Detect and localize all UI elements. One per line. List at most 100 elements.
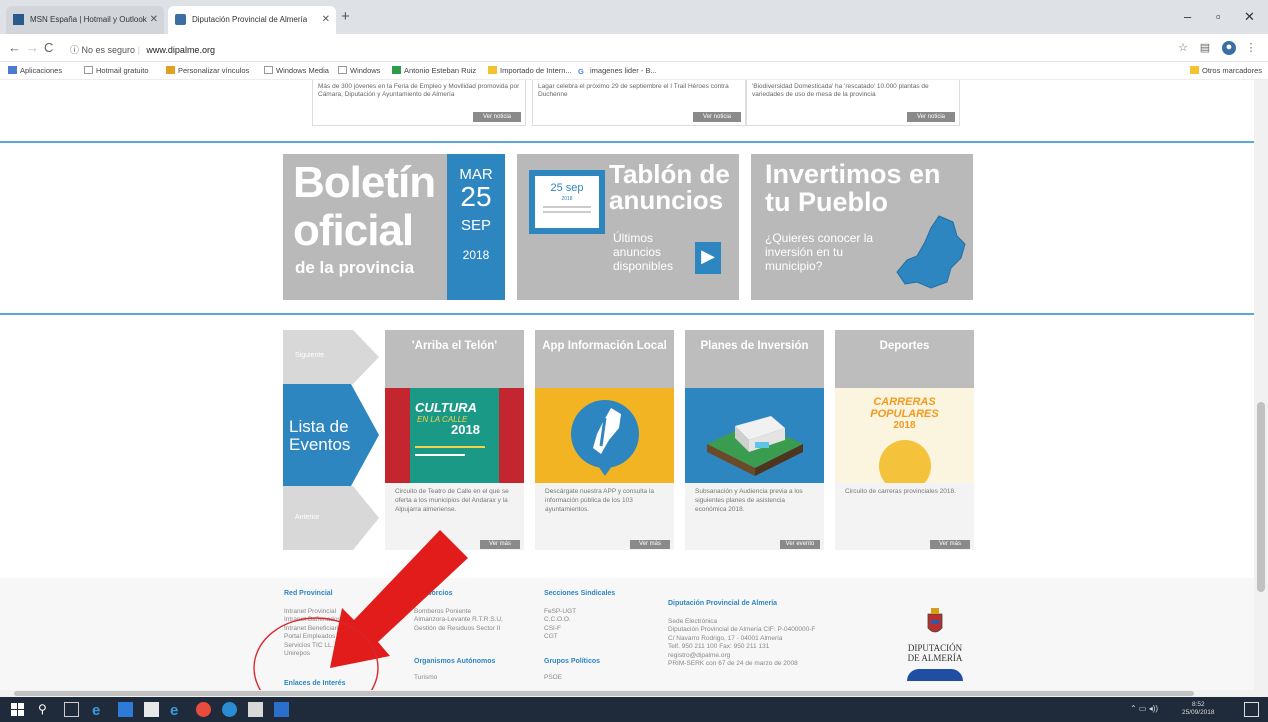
windows-start-icon[interactable] — [10, 702, 25, 717]
bookmark-item[interactable]: Windows — [338, 66, 380, 75]
carreras-populares-image[interactable]: CARRERAS POPULARES 2018 — [835, 388, 974, 483]
diputacion-heading: Diputación Provincial de Almería — [668, 600, 778, 607]
ie-icon[interactable]: e — [170, 702, 185, 719]
lista-de-eventos-tab[interactable]: Lista de Eventos — [283, 384, 379, 486]
invertimos-banner[interactable]: Invertimos en tu Pueblo ¿Quieres conocer… — [751, 154, 973, 300]
msn-favicon-icon — [13, 14, 24, 25]
clock-date: 25/09/2018 — [1182, 708, 1215, 716]
annotation-overlay — [253, 530, 468, 690]
bookmarks-bar: Aplicaciones Hotmail gratuito Personaliz… — [0, 62, 1268, 80]
task-view-icon[interactable] — [64, 702, 79, 717]
folder-icon — [1190, 66, 1199, 74]
clock[interactable]: 8:52 25/09/2018 — [1182, 701, 1215, 717]
folder-icon — [488, 66, 497, 74]
system-tray-icons[interactable]: ⌃ ▭ ◂)) — [1130, 704, 1158, 713]
event-card-title[interactable]: 'Arriba el Telón' — [385, 330, 524, 388]
planes-de-inversion-image[interactable] — [685, 388, 824, 483]
ver-noticia-button[interactable]: Ver noticia — [907, 112, 955, 122]
ver-noticia-button[interactable]: Ver noticia — [693, 112, 741, 122]
edge-icon[interactable]: e — [92, 702, 107, 719]
anterior-label: Anterior — [295, 514, 320, 521]
profile-avatar-icon[interactable]: ● — [1222, 41, 1236, 55]
page-icon — [264, 66, 273, 74]
ver-mas-button[interactable]: Ver más — [480, 540, 520, 549]
bookmark-apps[interactable]: Aplicaciones — [8, 66, 62, 75]
app-icon[interactable] — [222, 702, 237, 717]
bookmark-item[interactable]: Importado de Intern... — [488, 66, 572, 75]
date-day: 25 — [460, 181, 492, 212]
ver-noticia-button[interactable]: Ver noticia — [473, 112, 521, 122]
forward-button[interactable]: → — [26, 40, 39, 55]
page-icon — [84, 66, 93, 74]
event-card-description: Subsanación y Audiencia previa a los sig… — [695, 488, 803, 513]
coat-of-arms-icon — [927, 608, 943, 633]
notifications-icon[interactable] — [1244, 702, 1259, 717]
tab-msn[interactable]: MSN España | Hotmail y Outlook ✕ — [6, 6, 164, 34]
ver-mas-button[interactable]: Ver más — [930, 540, 970, 549]
back-button[interactable]: ← — [8, 40, 21, 55]
news-item: 'Biodiversidad Domesticada' ha 'rescatad… — [746, 80, 960, 126]
footer-link[interactable]: C.C.O.O. — [544, 616, 576, 624]
search-icon[interactable]: ⚲ — [38, 702, 53, 717]
clock-time: 8:52 — [1191, 701, 1205, 708]
footer-link[interactable]: CSI-F — [544, 625, 576, 633]
diputacion-contact: Sede Electrónica Diputación Provincial d… — [668, 618, 815, 669]
close-tab-icon[interactable]: ✕ — [150, 14, 158, 25]
photos-icon[interactable] — [274, 702, 289, 717]
event-card-title[interactable]: Deportes — [835, 330, 974, 388]
bookmark-item[interactable]: Gimagenes lider - B... — [578, 66, 657, 76]
footer-link[interactable]: FeSP-UGT — [544, 608, 576, 616]
footer-link[interactable]: CGT — [544, 633, 576, 641]
hscroll-thumb[interactable] — [14, 691, 1194, 696]
bookmark-item[interactable]: Antonio Esteban Ruiz — [392, 66, 476, 75]
reload-button[interactable]: C — [44, 40, 53, 55]
cultura-en-la-calle-image[interactable]: CULTURA EN LA CALLE 2018 — [385, 388, 524, 483]
close-window-button[interactable]: ✕ — [1244, 9, 1255, 25]
almeria-map-icon — [896, 215, 966, 289]
event-card-description: Descárgate nuestra APP y consulta la inf… — [545, 488, 654, 513]
chrome-icon[interactable] — [196, 702, 211, 717]
close-tab-icon[interactable]: ✕ — [322, 14, 330, 25]
scroll-thumb[interactable] — [1257, 402, 1265, 592]
event-card-title[interactable]: Planes de Inversión — [685, 330, 824, 388]
bookmark-item[interactable]: Windows Media — [264, 66, 329, 75]
event-card-title[interactable]: App Información Local — [535, 330, 674, 388]
calculator-icon[interactable] — [248, 702, 263, 717]
store-icon[interactable] — [144, 702, 159, 717]
other-bookmarks[interactable]: Otros marcadores — [1190, 66, 1262, 75]
ver-evento-button[interactable]: Ver evento — [780, 540, 820, 549]
events-previous-tab[interactable]: Siguiente — [283, 330, 379, 384]
contact-line[interactable]: Sede Electrónica — [668, 618, 815, 626]
app-informacion-image[interactable] — [535, 388, 674, 483]
bookmark-item[interactable]: Personalizar vínculos — [166, 66, 249, 75]
bookmark-item[interactable]: Hotmail gratuito — [84, 66, 149, 75]
tablon-subtitle: Últimos anuncios disponibles — [613, 231, 674, 273]
menu-icon[interactable]: ⋮ — [1244, 41, 1258, 55]
horizontal-scrollbar[interactable] — [0, 690, 1268, 697]
ver-mas-button[interactable]: Ver más — [630, 540, 670, 549]
cultura-text: CULTURA — [415, 400, 477, 415]
play-arrow-icon[interactable]: ▶ — [695, 242, 721, 274]
footer-link[interactable]: PSOE — [544, 674, 562, 682]
new-tab-button[interactable]: + — [341, 8, 350, 25]
omnibox[interactable]: ⓘ No es seguro | www.dipalme.org — [64, 38, 1164, 58]
logo-line-1: DIPUTACIÓN — [907, 643, 963, 653]
minimize-button[interactable]: – — [1184, 9, 1191, 24]
section-divider — [0, 313, 1254, 315]
contact-line[interactable]: registro@dipalme.org — [668, 652, 815, 660]
extension-icon[interactable]: ▤ — [1198, 41, 1212, 55]
contact-line: Telf. 950 211 100 Fax: 950 211 131 — [668, 643, 770, 651]
boletin-oficial-banner[interactable]: Boletín oficial de la provincia MAR 25 S… — [283, 154, 505, 300]
sindicales-heading: Secciones Sindicales — [544, 590, 616, 597]
populares-text: POPULARES — [870, 408, 939, 420]
tablon-title-2: anuncios — [609, 185, 724, 215]
mail-icon[interactable] — [118, 702, 133, 717]
carreras-text: CARRERAS — [873, 396, 936, 408]
diputacion-favicon-icon — [175, 14, 186, 25]
tab-diputacion[interactable]: Diputación Provincial de Almería ✕ — [168, 6, 336, 34]
vertical-scrollbar[interactable] — [1254, 80, 1268, 690]
maximize-button[interactable]: ▫ — [1216, 9, 1221, 24]
star-icon[interactable]: ☆ — [1176, 41, 1190, 55]
calendar-icon: 25 sep 2018 — [529, 170, 605, 234]
tablon-anuncios-banner[interactable]: 25 sep 2018 Tablón de anuncios Últimos a… — [517, 154, 739, 300]
